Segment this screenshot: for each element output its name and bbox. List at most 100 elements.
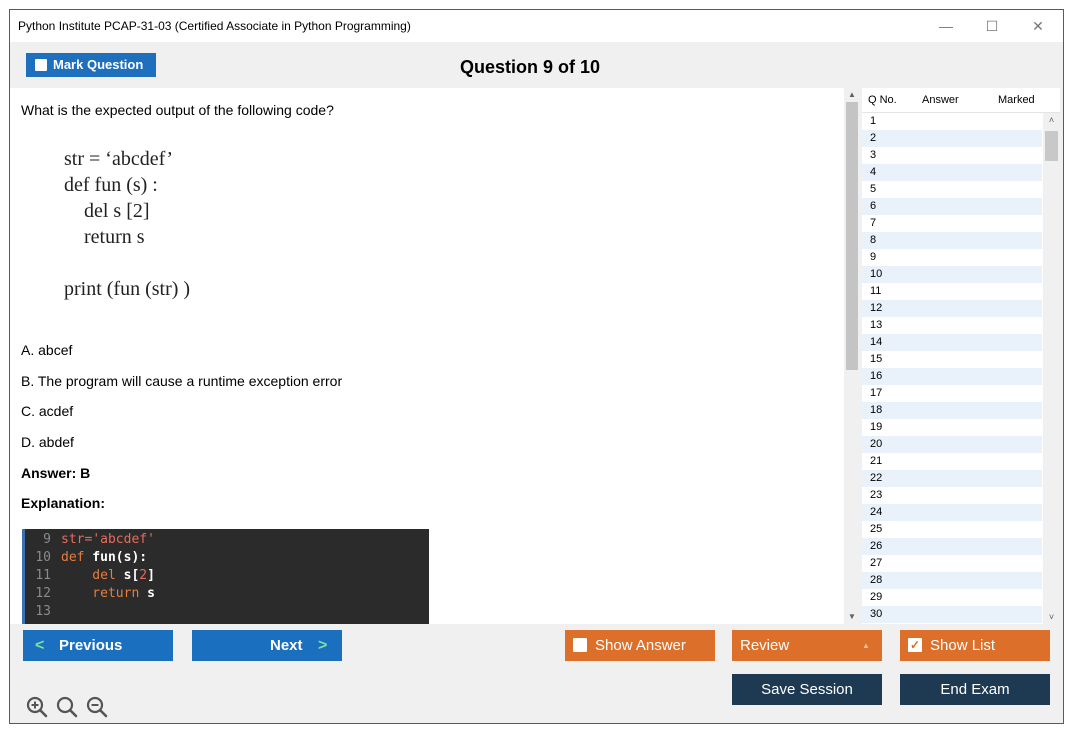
next-label: Next [270,637,303,654]
question-list-row[interactable]: 28 [862,572,1042,589]
question-list-row[interactable]: 17 [862,385,1042,402]
scroll-up-icon[interactable]: ▲ [844,88,860,102]
question-list-row[interactable]: 22 [862,470,1042,487]
ide-line-number: 10 [35,550,51,565]
ide-line-number: 9 [43,532,51,547]
ide-token: str [61,532,85,547]
question-list-header: Q No. Answer Marked [862,88,1060,113]
show-answer-button[interactable]: Show Answer [565,630,715,661]
question-list-row[interactable]: 10 [862,266,1042,283]
question-list-row[interactable]: 11 [862,283,1042,300]
question-list-rows: 1 2 3 4 5 6 7 8 9 10 11 12 13 14 15 16 17 18 19 20 21 22 23 24 2… [862,113,1042,623]
dropdown-arrow-icon: ▲ [862,641,870,650]
code-line: return s [64,226,145,248]
ide-token: def [61,550,85,565]
ide-screenshot: 9 10 11 12 13 str='abcdef' def fun(s): d… [22,529,429,624]
ide-line-number: 13 [35,604,51,619]
ide-token: ] [147,568,155,583]
question-code-block: str = ‘abcdef’ def fun (s) : del s [2] r… [64,146,190,302]
zoom-out-icon[interactable] [86,696,108,718]
column-header-answer[interactable]: Answer [922,94,959,106]
column-header-marked[interactable]: Marked [998,94,1035,106]
question-list-row[interactable]: 13 [862,317,1042,334]
question-list-row[interactable]: 3 [862,147,1042,164]
option-c: C. acdef [21,403,74,419]
chevron-left-icon: < [35,637,45,654]
question-list-row[interactable]: 25 [862,521,1042,538]
question-list-row[interactable]: 14 [862,334,1042,351]
next-button[interactable]: Next > [192,630,342,661]
question-counter: Question 9 of 10 [459,57,601,77]
question-list-panel: Q No. Answer Marked 1 2 3 4 5 6 7 8 9 10 11 12 13 14 1… [862,88,1060,624]
end-exam-button[interactable]: End Exam [900,674,1050,705]
ide-token: 'abcdef' [92,532,155,547]
question-list-row[interactable]: 27 [862,555,1042,572]
question-list-row[interactable]: 19 [862,419,1042,436]
check-icon: ✓ [908,638,922,652]
scroll-up-icon[interactable]: ˄ [1043,113,1060,127]
scroll-down-icon[interactable]: ˅ [1043,610,1060,624]
question-list-row[interactable]: 8 [862,232,1042,249]
code-line: del s [2] [64,200,150,222]
ide-code-line: return s [61,586,155,601]
window-title: Python Institute PCAP-31-03 (Certified A… [18,19,411,33]
question-list-row[interactable]: 6 [862,198,1042,215]
question-list-row[interactable]: 15 [862,351,1042,368]
question-list-row[interactable]: 26 [862,538,1042,555]
app-window: Python Institute PCAP-31-03 (Certified A… [9,9,1064,724]
code-line: def fun (s) : [64,174,158,196]
review-label: Review [740,637,790,654]
question-list-row[interactable]: 24 [862,504,1042,521]
minimize-button[interactable]: — [926,14,966,38]
zoom-reset-icon[interactable] [56,696,78,718]
maximize-button[interactable]: ☐ [972,14,1012,38]
question-list-row[interactable]: 30 [862,606,1042,623]
question-list-row[interactable]: 4 [862,164,1042,181]
ide-token: s[ [115,568,140,583]
scroll-down-icon[interactable]: ▼ [844,610,860,624]
question-list-row[interactable]: 21 [862,453,1042,470]
ide-code-line: def fun(s): [61,550,147,565]
question-list-row[interactable]: 7 [862,215,1042,232]
review-button[interactable]: Review ▲ [732,630,882,661]
column-header-qno[interactable]: Q No. [868,94,897,106]
option-d: D. abdef [21,434,74,450]
scroll-thumb[interactable] [846,102,858,370]
option-b: B. The program will cause a runtime exce… [21,373,343,389]
title-bar: Python Institute PCAP-31-03 (Certified A… [10,10,1063,42]
show-answer-label: Show Answer [595,637,686,654]
question-panel: What is the expected output of the follo… [10,88,844,624]
ide-line-number: 11 [35,568,51,583]
ide-line-number: 12 [35,586,51,601]
question-prompt: What is the expected output of the follo… [21,102,334,118]
close-button[interactable]: ✕ [1018,14,1058,38]
question-list-row[interactable]: 18 [862,402,1042,419]
question-list-row[interactable]: 2 [862,130,1042,147]
ide-token: s [139,586,155,601]
ide-token: 2 [139,568,148,583]
scroll-thumb[interactable] [1045,131,1058,161]
question-list-row[interactable]: 29 [862,589,1042,606]
question-list-row[interactable]: 23 [862,487,1042,504]
question-list-row[interactable]: 9 [862,249,1042,266]
show-answer-checkbox-icon [573,638,587,652]
show-list-label: Show List [930,637,996,654]
question-list-scrollbar[interactable]: ˄ ˅ [1043,113,1060,624]
question-list-row[interactable]: 5 [862,181,1042,198]
question-list-row[interactable]: 12 [862,300,1042,317]
previous-label: Previous [59,637,123,654]
chevron-right-icon: > [318,637,328,654]
previous-button[interactable]: < Previous [23,630,173,661]
question-list-row[interactable]: 16 [862,368,1042,385]
show-list-button[interactable]: ✓ Show List [900,630,1050,661]
option-a: A. abcef [21,342,73,358]
content-scrollbar[interactable]: ▲ ▼ [844,88,860,624]
question-list-row[interactable]: 20 [862,436,1042,453]
question-list-row[interactable]: 1 [862,113,1042,130]
zoom-in-icon[interactable] [26,696,48,718]
code-line: str = ‘abcdef’ [64,148,173,170]
top-toolbar: Mark Question Question 9 of 10 [10,42,1063,88]
code-line: print (fun (str) ) [64,278,191,300]
save-session-button[interactable]: Save Session [732,674,882,705]
